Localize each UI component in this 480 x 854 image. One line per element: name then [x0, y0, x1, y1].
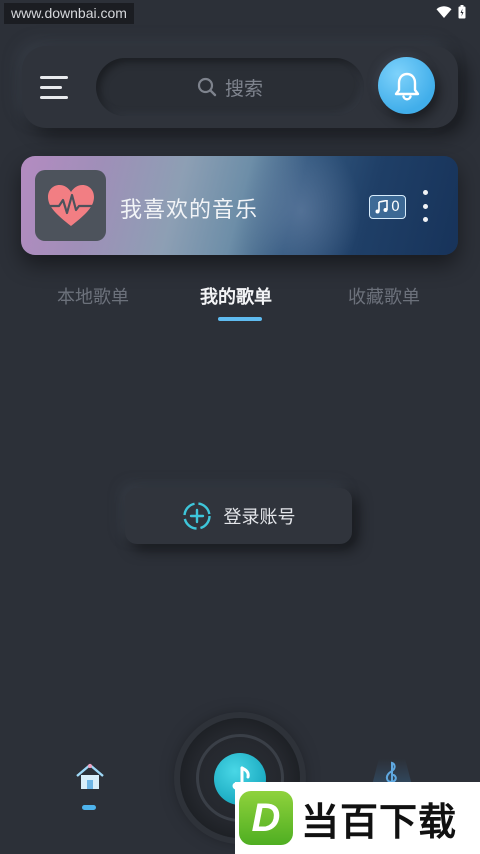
watermark-d-mark: D — [239, 791, 293, 845]
music-note-icon — [375, 200, 388, 214]
bell-icon — [394, 72, 419, 100]
card-background-swirl — [241, 156, 361, 255]
tab-collected-playlists[interactable]: 收藏歌单 — [348, 283, 420, 309]
song-count-badge: 0 — [369, 195, 406, 219]
heart-pulse-icon — [44, 184, 97, 226]
favorite-title: 我喜欢的音乐 — [120, 198, 259, 223]
tab-local-playlists[interactable]: 本地歌单 — [57, 283, 129, 309]
notification-button[interactable] — [378, 57, 435, 114]
more-dot-icon — [422, 203, 428, 209]
search-input[interactable]: 搜索 — [96, 58, 364, 116]
add-circle-icon — [182, 502, 211, 530]
favorite-music-card[interactable]: 我喜欢的音乐 0 — [21, 156, 458, 255]
status-bar: www.downbai.com — [0, 0, 480, 26]
menu-line-icon — [40, 95, 68, 99]
watermark-url: www.downbai.com — [4, 3, 134, 24]
watermark-logo: D 当百下载 — [235, 782, 480, 854]
tab-my-playlists[interactable]: 我的歌单 — [200, 283, 272, 309]
more-dot-icon — [422, 190, 428, 195]
more-dot-icon — [422, 217, 428, 222]
battery-icon — [458, 5, 466, 19]
song-count: 0 — [391, 199, 400, 215]
active-tab-indicator — [218, 317, 262, 321]
playlist-tabs: 本地歌单 我的歌单 收藏歌单 — [0, 283, 480, 323]
status-icons — [436, 5, 466, 19]
menu-line-icon — [40, 75, 68, 79]
menu-line-icon — [40, 85, 62, 89]
menu-button[interactable] — [40, 68, 84, 106]
search-icon — [197, 77, 217, 97]
login-button[interactable]: 登录账号 — [125, 488, 352, 544]
nav-active-indicator — [82, 805, 96, 810]
nav-home-button[interactable] — [74, 762, 106, 792]
favorite-cover — [35, 170, 106, 241]
wifi-icon — [436, 5, 452, 18]
more-options-button[interactable] — [419, 190, 431, 222]
search-placeholder: 搜索 — [224, 77, 263, 100]
watermark-text: 当百下载 — [301, 799, 458, 844]
house-icon — [76, 763, 104, 789]
login-label: 登录账号 — [223, 507, 296, 528]
